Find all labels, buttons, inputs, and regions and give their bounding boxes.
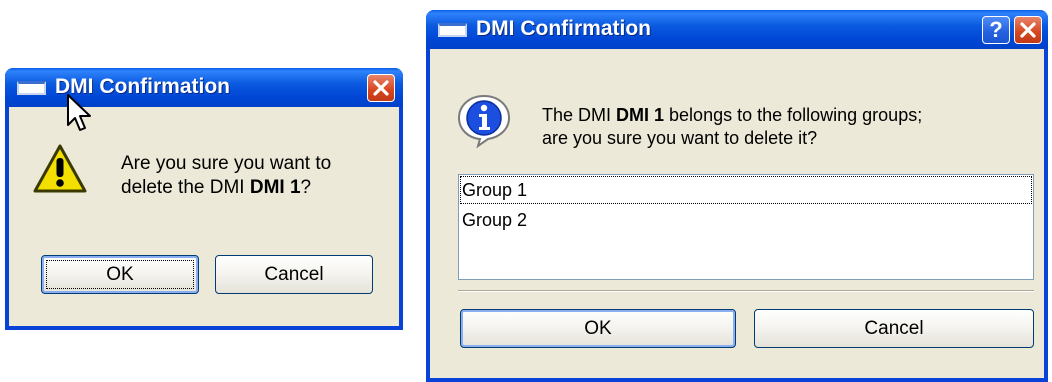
confirmation-message: Are you sure you want to delete the DMI … [121, 152, 331, 200]
separator [458, 290, 1034, 292]
confirmation-message: The DMI DMI 1 belongs to the following g… [542, 104, 922, 150]
ok-button[interactable]: OK [460, 309, 736, 348]
message-line-2: delete the DMI DMI 1? [121, 176, 331, 200]
list-item[interactable]: Group 1 [459, 175, 1033, 205]
mouse-cursor-icon [67, 94, 91, 131]
close-button[interactable] [367, 74, 395, 102]
message-text-continued: belongs to the following groups; [664, 105, 923, 125]
list-item[interactable]: Group 2 [459, 205, 1033, 235]
message-line-2: are you sure you want to delete it? [542, 128, 818, 148]
help-button[interactable]: ? [982, 16, 1010, 44]
close-button[interactable] [1014, 16, 1042, 44]
focus-indicator [46, 260, 194, 289]
dialog-title: DMI Confirmation [476, 17, 651, 40]
close-icon [373, 80, 389, 96]
message-line-1: The DMI DMI 1 belongs to the following g… [542, 104, 922, 127]
warning-icon [33, 144, 87, 193]
dmi-name: DMI 1 [616, 105, 665, 125]
window-icon [438, 23, 467, 37]
groups-list[interactable]: Group 1 Group 2 [458, 174, 1034, 280]
info-icon [457, 94, 511, 148]
message-text: delete the DMI [121, 177, 250, 198]
message-text: The DMI [542, 105, 617, 125]
cancel-button-label: Cancel [864, 318, 924, 339]
cancel-button-label: Cancel [264, 264, 324, 285]
group-delete-confirmation-dialog: DMI Confirmation ? The DMI DMI 1 belongs… [426, 10, 1048, 382]
delete-confirmation-dialog: DMI Confirmation Are you sure you want t… [5, 68, 403, 330]
message-question-mark: ? [300, 177, 312, 198]
title-bar[interactable]: DMI Confirmation [5, 68, 403, 107]
ok-button[interactable]: OK [41, 255, 199, 294]
title-bar[interactable]: DMI Confirmation ? [426, 10, 1048, 49]
cancel-button[interactable]: Cancel [754, 309, 1034, 348]
dmi-name: DMI 1 [249, 177, 301, 198]
message-line-1: Are you sure you want to [121, 153, 332, 174]
window-icon [17, 81, 46, 95]
ok-button-label: OK [584, 318, 612, 339]
cancel-button[interactable]: Cancel [215, 255, 373, 294]
help-icon: ? [989, 17, 1003, 42]
close-icon [1020, 22, 1036, 38]
